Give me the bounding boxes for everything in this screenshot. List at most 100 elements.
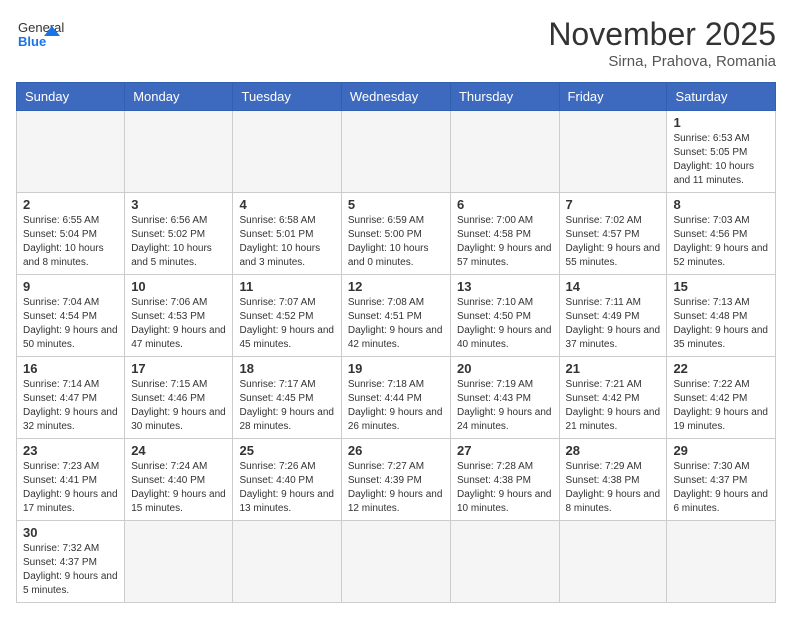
calendar-cell bbox=[341, 111, 450, 193]
day-number: 14 bbox=[566, 279, 661, 294]
calendar-cell bbox=[341, 521, 450, 603]
day-number: 5 bbox=[348, 197, 444, 212]
day-number: 21 bbox=[566, 361, 661, 376]
weekday-header-friday: Friday bbox=[559, 83, 667, 111]
day-number: 22 bbox=[673, 361, 769, 376]
calendar-cell: 27 Sunrise: 7:28 AMSunset: 4:38 PMDayligh… bbox=[450, 439, 559, 521]
day-number: 4 bbox=[239, 197, 334, 212]
calendar-cell: 4 Sunrise: 6:58 AMSunset: 5:01 PMDaylight… bbox=[233, 193, 341, 275]
svg-text:General: General bbox=[18, 20, 64, 35]
weekday-header-saturday: Saturday bbox=[667, 83, 776, 111]
day-info: Sunrise: 7:27 AMSunset: 4:39 PMDaylight:… bbox=[348, 460, 444, 516]
day-info: Sunrise: 6:53 AMSunset: 5:05 PMDaylight:… bbox=[673, 132, 769, 188]
day-info: Sunrise: 6:58 AMSunset: 5:01 PMDaylight:… bbox=[239, 214, 334, 270]
day-number: 13 bbox=[457, 279, 553, 294]
day-info: Sunrise: 7:19 AMSunset: 4:43 PMDaylight:… bbox=[457, 378, 553, 434]
calendar-cell: 6 Sunrise: 7:00 AMSunset: 4:58 PMDaylight… bbox=[450, 193, 559, 275]
day-info: Sunrise: 7:29 AMSunset: 4:38 PMDaylight:… bbox=[566, 460, 661, 516]
day-info: Sunrise: 7:10 AMSunset: 4:50 PMDaylight:… bbox=[457, 296, 553, 352]
calendar-cell bbox=[233, 521, 341, 603]
day-info: Sunrise: 6:55 AMSunset: 5:04 PMDaylight:… bbox=[23, 214, 118, 270]
calendar-cell bbox=[667, 521, 776, 603]
day-info: Sunrise: 7:02 AMSunset: 4:57 PMDaylight:… bbox=[566, 214, 661, 270]
day-info: Sunrise: 7:28 AMSunset: 4:38 PMDaylight:… bbox=[457, 460, 553, 516]
day-info: Sunrise: 7:06 AMSunset: 4:53 PMDaylight:… bbox=[131, 296, 226, 352]
location-subtitle: Sirna, Prahova, Romania bbox=[548, 53, 776, 70]
title-block: November 2025 Sirna, Prahova, Romania bbox=[548, 16, 776, 70]
day-info: Sunrise: 7:24 AMSunset: 4:40 PMDaylight:… bbox=[131, 460, 226, 516]
day-number: 16 bbox=[23, 361, 118, 376]
calendar-cell: 17 Sunrise: 7:15 AMSunset: 4:46 PMDayligh… bbox=[125, 357, 233, 439]
calendar-cell: 21 Sunrise: 7:21 AMSunset: 4:42 PMDayligh… bbox=[559, 357, 667, 439]
day-number: 24 bbox=[131, 443, 226, 458]
calendar-cell: 30 Sunrise: 7:32 AMSunset: 4:37 PMDayligh… bbox=[17, 521, 125, 603]
calendar-table: SundayMondayTuesdayWednesdayThursdayFrid… bbox=[16, 82, 776, 603]
day-info: Sunrise: 7:23 AMSunset: 4:41 PMDaylight:… bbox=[23, 460, 118, 516]
weekday-header-wednesday: Wednesday bbox=[341, 83, 450, 111]
calendar-cell: 20Sunrise: 7:19 AMSunset: 4:43 PMDayligh… bbox=[450, 357, 559, 439]
day-number: 18 bbox=[239, 361, 334, 376]
day-number: 28 bbox=[566, 443, 661, 458]
day-info: Sunrise: 7:15 AMSunset: 4:46 PMDaylight:… bbox=[131, 378, 226, 434]
day-number: 17 bbox=[131, 361, 226, 376]
day-number: 23 bbox=[23, 443, 118, 458]
day-info: Sunrise: 7:21 AMSunset: 4:42 PMDaylight:… bbox=[566, 378, 661, 434]
day-info: Sunrise: 7:17 AMSunset: 4:45 PMDaylight:… bbox=[239, 378, 334, 434]
month-year-title: November 2025 bbox=[548, 16, 776, 53]
calendar-cell: 1Sunrise: 6:53 AMSunset: 5:05 PMDaylight… bbox=[667, 111, 776, 193]
calendar-cell: 3 Sunrise: 6:56 AMSunset: 5:02 PMDaylight… bbox=[125, 193, 233, 275]
day-info: Sunrise: 7:00 AMSunset: 4:58 PMDaylight:… bbox=[457, 214, 553, 270]
day-info: Sunrise: 7:04 AMSunset: 4:54 PMDaylight:… bbox=[23, 296, 118, 352]
calendar-cell: 22 Sunrise: 7:22 AMSunset: 4:42 PMDayligh… bbox=[667, 357, 776, 439]
day-number: 29 bbox=[673, 443, 769, 458]
day-info: Sunrise: 7:11 AMSunset: 4:49 PMDaylight:… bbox=[566, 296, 661, 352]
day-number: 3 bbox=[131, 197, 226, 212]
calendar-week-row: 9 Sunrise: 7:04 AMSunset: 4:54 PMDaylight… bbox=[17, 275, 776, 357]
day-number: 9 bbox=[23, 279, 118, 294]
day-info: Sunrise: 6:59 AMSunset: 5:00 PMDaylight:… bbox=[348, 214, 444, 270]
calendar-cell: 28 Sunrise: 7:29 AMSunset: 4:38 PMDayligh… bbox=[559, 439, 667, 521]
calendar-cell: 12Sunrise: 7:08 AMSunset: 4:51 PMDayligh… bbox=[341, 275, 450, 357]
day-number: 12 bbox=[348, 279, 444, 294]
calendar-cell bbox=[450, 111, 559, 193]
weekday-header-row: SundayMondayTuesdayWednesdayThursdayFrid… bbox=[17, 83, 776, 111]
calendar-cell: 8Sunrise: 7:03 AMSunset: 4:56 PMDaylight… bbox=[667, 193, 776, 275]
day-number: 27 bbox=[457, 443, 553, 458]
weekday-header-sunday: Sunday bbox=[17, 83, 125, 111]
day-number: 6 bbox=[457, 197, 553, 212]
day-info: Sunrise: 7:32 AMSunset: 4:37 PMDaylight:… bbox=[23, 542, 118, 598]
calendar-cell: 7Sunrise: 7:02 AMSunset: 4:57 PMDaylight… bbox=[559, 193, 667, 275]
day-number: 25 bbox=[239, 443, 334, 458]
day-info: Sunrise: 7:22 AMSunset: 4:42 PMDaylight:… bbox=[673, 378, 769, 434]
day-info: Sunrise: 7:30 AMSunset: 4:37 PMDaylight:… bbox=[673, 460, 769, 516]
day-info: Sunrise: 7:13 AMSunset: 4:48 PMDaylight:… bbox=[673, 296, 769, 352]
day-number: 2 bbox=[23, 197, 118, 212]
calendar-cell: 9 Sunrise: 7:04 AMSunset: 4:54 PMDaylight… bbox=[17, 275, 125, 357]
calendar-cell bbox=[125, 521, 233, 603]
weekday-header-tuesday: Tuesday bbox=[233, 83, 341, 111]
day-info: Sunrise: 7:26 AMSunset: 4:40 PMDaylight:… bbox=[239, 460, 334, 516]
calendar-week-row: 2 Sunrise: 6:55 AMSunset: 5:04 PMDaylight… bbox=[17, 193, 776, 275]
calendar-week-row: 16 Sunrise: 7:14 AMSunset: 4:47 PMDayligh… bbox=[17, 357, 776, 439]
day-info: Sunrise: 7:14 AMSunset: 4:47 PMDaylight:… bbox=[23, 378, 118, 434]
page-header: General Blue November 2025 Sirna, Prahov… bbox=[16, 16, 776, 70]
day-number: 15 bbox=[673, 279, 769, 294]
calendar-cell bbox=[559, 111, 667, 193]
calendar-cell: 11Sunrise: 7:07 AMSunset: 4:52 PMDayligh… bbox=[233, 275, 341, 357]
day-number: 8 bbox=[673, 197, 769, 212]
calendar-cell: 19Sunrise: 7:18 AMSunset: 4:44 PMDayligh… bbox=[341, 357, 450, 439]
calendar-week-row: 30 Sunrise: 7:32 AMSunset: 4:37 PMDayligh… bbox=[17, 521, 776, 603]
day-number: 30 bbox=[23, 525, 118, 540]
calendar-cell: 15 Sunrise: 7:13 AMSunset: 4:48 PMDayligh… bbox=[667, 275, 776, 357]
day-info: Sunrise: 7:18 AMSunset: 4:44 PMDaylight:… bbox=[348, 378, 444, 434]
calendar-cell: 14 Sunrise: 7:11 AMSunset: 4:49 PMDayligh… bbox=[559, 275, 667, 357]
calendar-cell: 26Sunrise: 7:27 AMSunset: 4:39 PMDayligh… bbox=[341, 439, 450, 521]
calendar-cell bbox=[233, 111, 341, 193]
calendar-cell bbox=[450, 521, 559, 603]
calendar-cell: 2 Sunrise: 6:55 AMSunset: 5:04 PMDaylight… bbox=[17, 193, 125, 275]
calendar-week-row: 23 Sunrise: 7:23 AMSunset: 4:41 PMDayligh… bbox=[17, 439, 776, 521]
calendar-cell: 23 Sunrise: 7:23 AMSunset: 4:41 PMDayligh… bbox=[17, 439, 125, 521]
calendar-cell: 29 Sunrise: 7:30 AMSunset: 4:37 PMDayligh… bbox=[667, 439, 776, 521]
day-info: Sunrise: 6:56 AMSunset: 5:02 PMDaylight:… bbox=[131, 214, 226, 270]
calendar-cell: 24 Sunrise: 7:24 AMSunset: 4:40 PMDayligh… bbox=[125, 439, 233, 521]
